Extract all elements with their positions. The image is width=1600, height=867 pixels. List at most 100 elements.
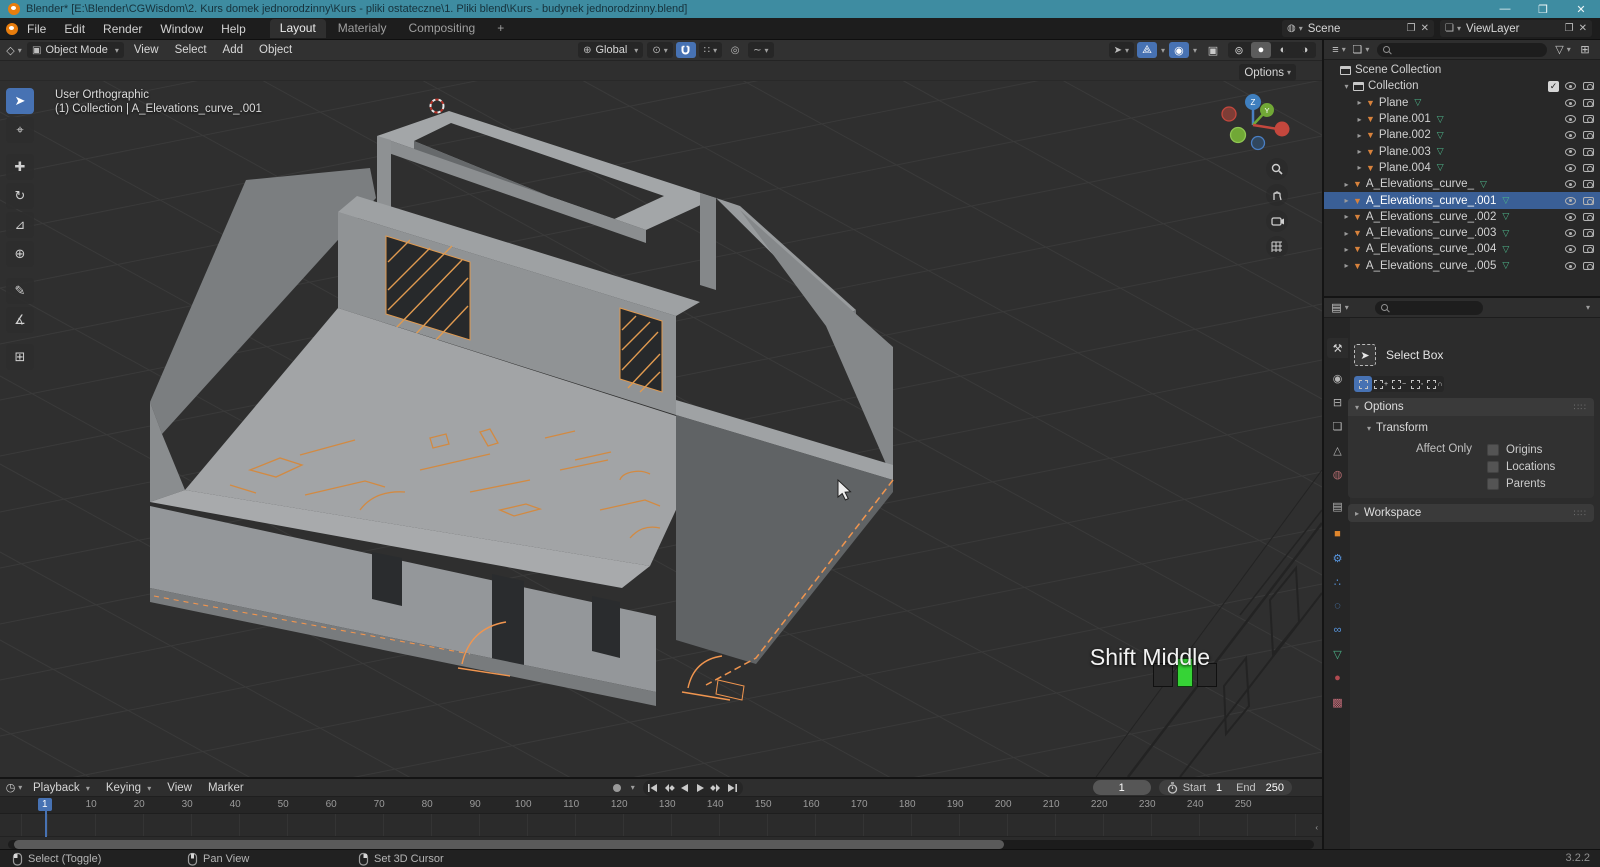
copy-viewlayer-icon[interactable]: ❐ bbox=[1565, 23, 1574, 34]
properties-tab-scene[interactable]: △ bbox=[1327, 440, 1348, 460]
properties-tab-output[interactable]: ⊟ bbox=[1327, 392, 1348, 412]
disable-render-icon[interactable] bbox=[1583, 229, 1594, 237]
disable-render-icon[interactable] bbox=[1583, 82, 1594, 90]
select-mode-set-button[interactable] bbox=[1354, 376, 1372, 392]
outliner-filter-button[interactable]: ▽▾ bbox=[1553, 42, 1573, 58]
outliner-row[interactable]: ▸▼Plane.004▽ bbox=[1324, 160, 1600, 176]
3d-viewport[interactable]: ◇▾ ▣ Object Mode ▾ ViewSelectAddObject ⊕… bbox=[0, 40, 1322, 777]
shading-wireframe-button[interactable]: ⊚ bbox=[1229, 42, 1249, 58]
outliner-row[interactable]: ▸▼A_Elevations_curve_▽ bbox=[1324, 176, 1600, 192]
workspace-panel[interactable]: ▸ Workspace ∷∷ bbox=[1348, 504, 1594, 522]
disclosure-triangle-icon[interactable]: ▸ bbox=[1354, 163, 1365, 172]
disclosure-triangle-icon[interactable]: ▸ bbox=[1341, 245, 1352, 254]
copy-scene-icon[interactable]: ❐ bbox=[1407, 23, 1416, 34]
viewport-menu-add[interactable]: Add bbox=[215, 44, 251, 56]
outliner-row[interactable]: ▸▼Plane.002▽ bbox=[1324, 127, 1600, 143]
select-mode-intersect-button[interactable]: ∩ bbox=[1426, 376, 1444, 392]
properties-tab-particles[interactable]: ∴ bbox=[1327, 572, 1348, 592]
outliner-row[interactable]: ▸▼Plane.001▽ bbox=[1324, 111, 1600, 127]
outliner-display-mode-button[interactable]: ❏▾ bbox=[1351, 42, 1371, 58]
select-mode-invert-button[interactable]: ◦ bbox=[1408, 376, 1426, 392]
checkbox-parents[interactable] bbox=[1487, 478, 1499, 490]
ortho-perspective-button[interactable] bbox=[1266, 236, 1288, 258]
disclosure-triangle-icon[interactable]: ▸ bbox=[1341, 261, 1352, 270]
timeline-menu-playback[interactable]: Playback ▾ bbox=[25, 782, 98, 794]
hide-eye-icon[interactable] bbox=[1565, 82, 1576, 90]
select-mode-subtract-button[interactable]: − bbox=[1390, 376, 1408, 392]
properties-tab-collection[interactable]: ▤ bbox=[1327, 496, 1348, 516]
disclosure-triangle-icon[interactable]: ▸ bbox=[1341, 212, 1352, 221]
properties-tab-world[interactable]: ◍ bbox=[1327, 464, 1348, 484]
tool-rotate-button[interactable]: ↻ bbox=[6, 183, 34, 209]
disable-render-icon[interactable] bbox=[1583, 262, 1594, 270]
tab-materialy[interactable]: Materialy bbox=[328, 19, 397, 38]
viewport-menu-select[interactable]: Select bbox=[167, 44, 215, 56]
disclosure-triangle-icon[interactable]: ▸ bbox=[1341, 180, 1352, 189]
keying-dropdown[interactable]: ▾ bbox=[631, 783, 635, 792]
properties-tab-render[interactable]: ◉ bbox=[1327, 368, 1348, 388]
new-collection-button[interactable]: ⊞ bbox=[1575, 42, 1595, 58]
timeline-ruler[interactable]: 1102030405060708090100110120130140150160… bbox=[0, 797, 1322, 814]
properties-tab-physics[interactable]: ◌ bbox=[1327, 596, 1348, 616]
outliner-row[interactable]: ▸▼A_Elevations_curve_.003▽ bbox=[1324, 225, 1600, 241]
shading-rendered-button[interactable]: ◑ bbox=[1295, 42, 1315, 58]
panel-grip-icon[interactable]: ∷∷ bbox=[1574, 508, 1587, 519]
disclosure-triangle-icon[interactable]: ▸ bbox=[1354, 115, 1365, 124]
minimize-button[interactable]: — bbox=[1486, 0, 1524, 18]
active-tool-icon[interactable]: ➤ bbox=[1354, 344, 1376, 366]
auto-keying-toggle[interactable] bbox=[607, 780, 627, 796]
jump-to-end-button[interactable] bbox=[725, 781, 741, 795]
disable-render-icon[interactable] bbox=[1583, 197, 1594, 205]
proportional-editing-toggle[interactable]: ◎ bbox=[725, 42, 745, 58]
shading-solid-button[interactable]: ● bbox=[1251, 42, 1271, 58]
disable-render-icon[interactable] bbox=[1583, 148, 1594, 156]
outliner-row[interactable]: ▸▼A_Elevations_curve_.005▽ bbox=[1324, 258, 1600, 274]
properties-tab-object-data[interactable]: ▽ bbox=[1327, 644, 1348, 664]
outliner-row[interactable]: ▸▼A_Elevations_curve_.002▽ bbox=[1324, 209, 1600, 225]
properties-tab-constraints[interactable]: ∞ bbox=[1327, 620, 1348, 640]
hide-eye-icon[interactable] bbox=[1565, 164, 1576, 172]
viewport-menu-object[interactable]: Object bbox=[251, 44, 300, 56]
timeline-editor-type-button[interactable]: ◷▾ bbox=[4, 780, 24, 796]
disclosure-triangle-icon[interactable]: ▸ bbox=[1341, 196, 1352, 205]
disable-render-icon[interactable] bbox=[1583, 245, 1594, 253]
disclosure-triangle-icon[interactable]: ▾ bbox=[1341, 82, 1352, 91]
hide-eye-icon[interactable] bbox=[1565, 229, 1576, 237]
disable-render-icon[interactable] bbox=[1583, 115, 1594, 123]
properties-tab-view-layer[interactable]: ❏ bbox=[1327, 416, 1348, 436]
tool-move-button[interactable]: ✚ bbox=[6, 154, 34, 180]
tab-layout[interactable]: Layout bbox=[270, 19, 326, 38]
hide-eye-icon[interactable] bbox=[1565, 115, 1576, 123]
hide-eye-icon[interactable] bbox=[1565, 213, 1576, 221]
close-button[interactable]: ✕ bbox=[1562, 0, 1600, 18]
checkbox-locations[interactable] bbox=[1487, 461, 1499, 473]
hide-eye-icon[interactable] bbox=[1565, 180, 1576, 188]
timeline-menu-keying[interactable]: Keying ▾ bbox=[98, 782, 159, 794]
show-gizmo-toggle[interactable]: ⟁ bbox=[1137, 42, 1157, 58]
viewport-options-dropdown[interactable]: Options▾ bbox=[1239, 64, 1296, 81]
outliner-row[interactable]: ▸▼Plane.003▽ bbox=[1324, 143, 1600, 159]
playhead[interactable] bbox=[45, 810, 47, 837]
editor-type-button[interactable]: ◇▾ bbox=[4, 42, 24, 58]
play-button[interactable] bbox=[693, 781, 709, 795]
navigation-gizmo[interactable]: Z Y bbox=[1208, 88, 1308, 158]
viewlayer-selector[interactable]: ❏ ▾ ViewLayer ❐ ✕ bbox=[1440, 20, 1592, 37]
pan-hand-button[interactable] bbox=[1266, 184, 1288, 206]
properties-tab-modifiers[interactable]: ⚙ bbox=[1327, 548, 1348, 568]
transform-orientation-dropdown[interactable]: ⊕ Global ▾ bbox=[578, 42, 643, 58]
outliner-row[interactable]: ▸▼A_Elevations_curve_.004▽ bbox=[1324, 241, 1600, 257]
end-value[interactable]: 250 bbox=[1266, 782, 1284, 794]
outliner-row[interactable]: ▾Collection✓ bbox=[1324, 78, 1600, 94]
xray-toggle[interactable]: ▣ bbox=[1203, 42, 1223, 58]
object-type-visibility-dropdown[interactable]: ➤▾ bbox=[1109, 42, 1134, 58]
overlays-dropdown[interactable]: ▾ bbox=[1193, 46, 1197, 55]
tool-add-cube-button[interactable]: ⊞ bbox=[6, 344, 34, 370]
panel-grip-icon[interactable]: ∷∷ bbox=[1574, 402, 1587, 413]
gizmo-dropdown[interactable]: ▾ bbox=[1161, 46, 1165, 55]
snap-settings-dropdown[interactable]: ∷▾ bbox=[699, 42, 722, 58]
add-workspace-button[interactable]: + bbox=[487, 19, 514, 38]
disclosure-triangle-icon[interactable]: ▸ bbox=[1341, 229, 1352, 238]
maximize-button[interactable]: ❐ bbox=[1524, 0, 1562, 18]
start-value[interactable]: 1 bbox=[1216, 782, 1222, 794]
menu-file[interactable]: File bbox=[18, 22, 55, 36]
